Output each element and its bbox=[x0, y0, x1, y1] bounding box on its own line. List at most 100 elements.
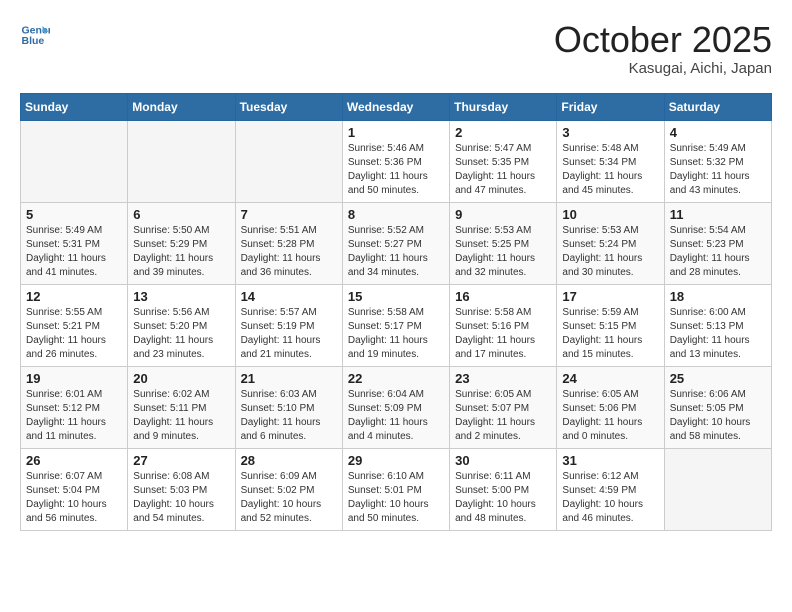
cell-details: Sunrise: 5:53 AM Sunset: 5:24 PM Dayligh… bbox=[562, 224, 658, 280]
cell-details: Sunrise: 5:54 AM Sunset: 5:23 PM Dayligh… bbox=[670, 224, 766, 280]
week-row-2: 12 Sunrise: 5:55 AM Sunset: 5:21 PM Dayli… bbox=[21, 284, 772, 366]
calendar-cell: 24 Sunrise: 6:05 AM Sunset: 5:06 PM Dayli… bbox=[557, 366, 664, 448]
weekday-header-sunday: Sunday bbox=[21, 93, 128, 120]
week-row-0: 1 Sunrise: 5:46 AM Sunset: 5:36 PM Daylig… bbox=[21, 120, 772, 202]
day-number: 5 bbox=[26, 207, 122, 222]
week-row-1: 5 Sunrise: 5:49 AM Sunset: 5:31 PM Daylig… bbox=[21, 202, 772, 284]
day-number: 16 bbox=[455, 289, 551, 304]
day-number: 11 bbox=[670, 207, 766, 222]
cell-details: Sunrise: 5:59 AM Sunset: 5:15 PM Dayligh… bbox=[562, 306, 658, 362]
calendar-cell: 15Sunrise: 5:58 AM Sunset: 5:17 PM Dayli… bbox=[342, 284, 449, 366]
cell-details: Sunrise: 5:56 AM Sunset: 5:20 PM Dayligh… bbox=[133, 306, 229, 362]
calendar-cell: 7 Sunrise: 5:51 AM Sunset: 5:28 PM Daylig… bbox=[235, 202, 342, 284]
weekday-header-thursday: Thursday bbox=[450, 93, 557, 120]
day-number: 21 bbox=[241, 371, 337, 386]
cell-details: Sunrise: 6:07 AM Sunset: 5:04 PM Dayligh… bbox=[26, 470, 122, 526]
calendar-cell: 12 Sunrise: 5:55 AM Sunset: 5:21 PM Dayli… bbox=[21, 284, 128, 366]
logo: General Blue bbox=[20, 20, 50, 50]
title-block: October 2025 Kasugai, Aichi, Japan bbox=[554, 20, 772, 77]
cell-details: Sunrise: 5:51 AM Sunset: 5:28 PM Dayligh… bbox=[241, 224, 337, 280]
day-number: 24 bbox=[562, 371, 658, 386]
cell-details: Sunrise: 5:58 AM Sunset: 5:16 PM Dayligh… bbox=[455, 306, 551, 362]
day-number: 18 bbox=[670, 289, 766, 304]
calendar-cell: 18 Sunrise: 6:00 AM Sunset: 5:13 PM Dayli… bbox=[664, 284, 771, 366]
cell-details: Sunrise: 6:11 AM Sunset: 5:00 PM Dayligh… bbox=[455, 470, 551, 526]
cell-details: Sunrise: 5:50 AM Sunset: 5:29 PM Dayligh… bbox=[133, 224, 229, 280]
cell-details: Sunrise: 5:52 AM Sunset: 5:27 PM Dayligh… bbox=[348, 224, 444, 280]
calendar-cell: 26 Sunrise: 6:07 AM Sunset: 5:04 PM Dayli… bbox=[21, 448, 128, 530]
cell-details: Sunrise: 6:08 AM Sunset: 5:03 PM Dayligh… bbox=[133, 470, 229, 526]
calendar-cell: 23 Sunrise: 6:05 AM Sunset: 5:07 PM Dayli… bbox=[450, 366, 557, 448]
calendar-cell bbox=[235, 120, 342, 202]
cell-details: Sunrise: 5:46 AM Sunset: 5:36 PM Dayligh… bbox=[348, 142, 444, 198]
calendar-cell: 21 Sunrise: 6:03 AM Sunset: 5:10 PM Dayli… bbox=[235, 366, 342, 448]
cell-details: Sunrise: 6:09 AM Sunset: 5:02 PM Dayligh… bbox=[241, 470, 337, 526]
cell-details: Sunrise: 5:49 AM Sunset: 5:32 PM Dayligh… bbox=[670, 142, 766, 198]
cell-details: Sunrise: 6:03 AM Sunset: 5:10 PM Dayligh… bbox=[241, 388, 337, 444]
day-number: 26 bbox=[26, 453, 122, 468]
day-number: 29 bbox=[348, 453, 444, 468]
cell-details: Sunrise: 6:12 AM Sunset: 4:59 PM Dayligh… bbox=[562, 470, 658, 526]
cell-details: Sunrise: 5:47 AM Sunset: 5:35 PM Dayligh… bbox=[455, 142, 551, 198]
cell-details: Sunrise: 5:49 AM Sunset: 5:31 PM Dayligh… bbox=[26, 224, 122, 280]
calendar-cell: 8Sunrise: 5:52 AM Sunset: 5:27 PM Daylig… bbox=[342, 202, 449, 284]
day-number: 27 bbox=[133, 453, 229, 468]
day-number: 23 bbox=[455, 371, 551, 386]
day-number: 25 bbox=[670, 371, 766, 386]
calendar-cell: 19Sunrise: 6:01 AM Sunset: 5:12 PM Dayli… bbox=[21, 366, 128, 448]
calendar-cell: 9Sunrise: 5:53 AM Sunset: 5:25 PM Daylig… bbox=[450, 202, 557, 284]
cell-details: Sunrise: 6:02 AM Sunset: 5:11 PM Dayligh… bbox=[133, 388, 229, 444]
weekday-header-monday: Monday bbox=[128, 93, 235, 120]
weekday-header-row: SundayMondayTuesdayWednesdayThursdayFrid… bbox=[21, 93, 772, 120]
day-number: 3 bbox=[562, 125, 658, 140]
calendar-cell: 29 Sunrise: 6:10 AM Sunset: 5:01 PM Dayli… bbox=[342, 448, 449, 530]
day-number: 1 bbox=[348, 125, 444, 140]
logo-icon: General Blue bbox=[20, 20, 50, 50]
day-number: 6 bbox=[133, 207, 229, 222]
cell-details: Sunrise: 5:57 AM Sunset: 5:19 PM Dayligh… bbox=[241, 306, 337, 362]
day-number: 12 bbox=[26, 289, 122, 304]
calendar-cell: 1 Sunrise: 5:46 AM Sunset: 5:36 PM Daylig… bbox=[342, 120, 449, 202]
cell-details: Sunrise: 6:01 AM Sunset: 5:12 PM Dayligh… bbox=[26, 388, 122, 444]
week-row-4: 26 Sunrise: 6:07 AM Sunset: 5:04 PM Dayli… bbox=[21, 448, 772, 530]
weekday-header-saturday: Saturday bbox=[664, 93, 771, 120]
cell-details: Sunrise: 6:06 AM Sunset: 5:05 PM Dayligh… bbox=[670, 388, 766, 444]
cell-details: Sunrise: 6:05 AM Sunset: 5:07 PM Dayligh… bbox=[455, 388, 551, 444]
calendar-cell: 31Sunrise: 6:12 AM Sunset: 4:59 PM Dayli… bbox=[557, 448, 664, 530]
calendar-cell: 4 Sunrise: 5:49 AM Sunset: 5:32 PM Daylig… bbox=[664, 120, 771, 202]
day-number: 14 bbox=[241, 289, 337, 304]
month-title: October 2025 bbox=[554, 20, 772, 60]
calendar-cell: 17 Sunrise: 5:59 AM Sunset: 5:15 PM Dayli… bbox=[557, 284, 664, 366]
day-number: 15 bbox=[348, 289, 444, 304]
cell-details: Sunrise: 6:10 AM Sunset: 5:01 PM Dayligh… bbox=[348, 470, 444, 526]
calendar-cell: 27 Sunrise: 6:08 AM Sunset: 5:03 PM Dayli… bbox=[128, 448, 235, 530]
day-number: 7 bbox=[241, 207, 337, 222]
calendar-cell: 5 Sunrise: 5:49 AM Sunset: 5:31 PM Daylig… bbox=[21, 202, 128, 284]
day-number: 4 bbox=[670, 125, 766, 140]
calendar-cell: 10 Sunrise: 5:53 AM Sunset: 5:24 PM Dayli… bbox=[557, 202, 664, 284]
day-number: 9 bbox=[455, 207, 551, 222]
calendar-cell: 28 Sunrise: 6:09 AM Sunset: 5:02 PM Dayli… bbox=[235, 448, 342, 530]
calendar-cell: 2 Sunrise: 5:47 AM Sunset: 5:35 PM Daylig… bbox=[450, 120, 557, 202]
calendar-cell: 6 Sunrise: 5:50 AM Sunset: 5:29 PM Daylig… bbox=[128, 202, 235, 284]
svg-text:Blue: Blue bbox=[22, 35, 45, 47]
cell-details: Sunrise: 6:00 AM Sunset: 5:13 PM Dayligh… bbox=[670, 306, 766, 362]
location: Kasugai, Aichi, Japan bbox=[554, 60, 772, 77]
cell-details: Sunrise: 6:04 AM Sunset: 5:09 PM Dayligh… bbox=[348, 388, 444, 444]
day-number: 13 bbox=[133, 289, 229, 304]
day-number: 17 bbox=[562, 289, 658, 304]
calendar-cell: 30 Sunrise: 6:11 AM Sunset: 5:00 PM Dayli… bbox=[450, 448, 557, 530]
cell-details: Sunrise: 6:05 AM Sunset: 5:06 PM Dayligh… bbox=[562, 388, 658, 444]
weekday-header-tuesday: Tuesday bbox=[235, 93, 342, 120]
cell-details: Sunrise: 5:55 AM Sunset: 5:21 PM Dayligh… bbox=[26, 306, 122, 362]
calendar-cell: 11 Sunrise: 5:54 AM Sunset: 5:23 PM Dayli… bbox=[664, 202, 771, 284]
day-number: 30 bbox=[455, 453, 551, 468]
cell-details: Sunrise: 5:48 AM Sunset: 5:34 PM Dayligh… bbox=[562, 142, 658, 198]
day-number: 10 bbox=[562, 207, 658, 222]
calendar-cell bbox=[21, 120, 128, 202]
calendar-cell: 25 Sunrise: 6:06 AM Sunset: 5:05 PM Dayli… bbox=[664, 366, 771, 448]
day-number: 28 bbox=[241, 453, 337, 468]
day-number: 2 bbox=[455, 125, 551, 140]
calendar-cell: 16 Sunrise: 5:58 AM Sunset: 5:16 PM Dayli… bbox=[450, 284, 557, 366]
calendar-cell bbox=[128, 120, 235, 202]
